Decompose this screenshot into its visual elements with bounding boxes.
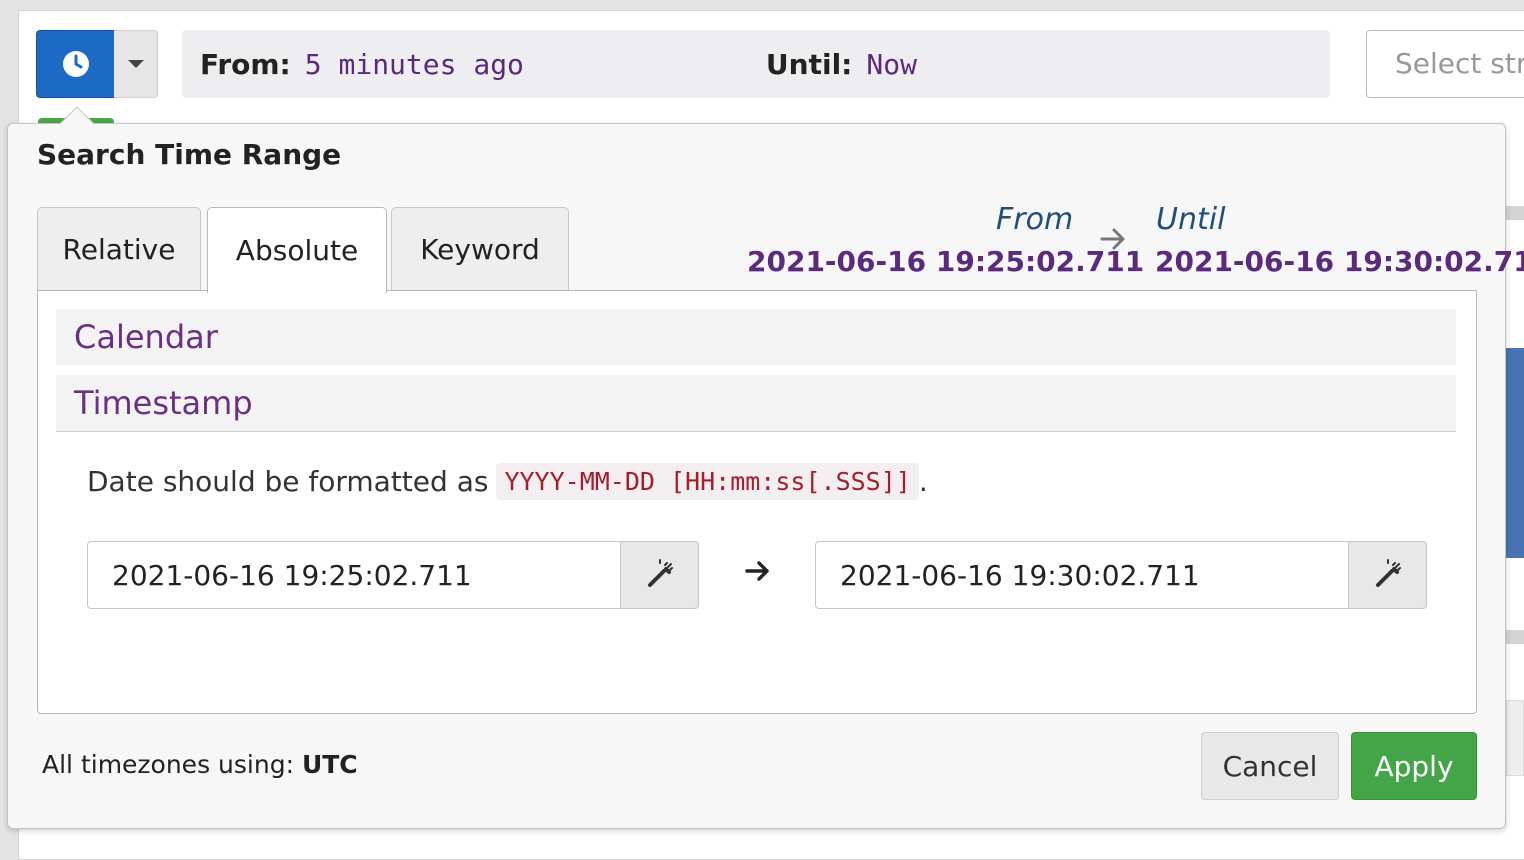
popover-arrow xyxy=(58,104,94,124)
from-label: From: xyxy=(200,47,291,81)
time-range-dropdown-toggle[interactable] xyxy=(114,30,158,98)
summary-from-label: From xyxy=(996,202,1074,237)
from-magic-button[interactable] xyxy=(621,541,699,609)
time-range-display[interactable]: From: 5 minutes ago Until: Now xyxy=(182,30,1330,98)
summary-until-date: 2021-06-16 19:30:02.711 xyxy=(1155,245,1524,278)
until-date-input[interactable] xyxy=(815,541,1349,609)
tab-absolute[interactable]: Absolute xyxy=(207,207,387,293)
popover-title: Search Time Range xyxy=(37,138,342,171)
timestamp-section-header[interactable]: Timestamp xyxy=(56,375,1456,431)
tab-keyword[interactable]: Keyword xyxy=(391,207,569,291)
arrow-right-icon xyxy=(1098,224,1128,262)
timezone-info: All timezones using: UTC xyxy=(42,750,358,779)
from-date-group xyxy=(87,541,699,609)
cancel-button[interactable]: Cancel xyxy=(1201,732,1339,800)
time-range-button[interactable] xyxy=(36,30,115,98)
background-fragment xyxy=(1506,700,1524,776)
summary-from-date: 2021-06-16 19:25:02.711 xyxy=(747,245,1145,278)
clock-icon xyxy=(62,51,89,77)
tab-relative[interactable]: Relative xyxy=(37,207,201,291)
background-fragment xyxy=(1506,206,1524,220)
search-time-range-popover: Search Time Range Relative Absolute Keyw… xyxy=(7,123,1524,829)
from-value: 5 minutes ago xyxy=(304,47,524,81)
from-date-input[interactable] xyxy=(87,541,621,609)
format-hint-text: Date should be formatted as xyxy=(87,465,489,498)
until-magic-button[interactable] xyxy=(1349,541,1427,609)
format-hint-suffix: . xyxy=(918,465,928,498)
until-date-group xyxy=(815,541,1427,609)
arrow-right-icon xyxy=(744,557,772,593)
section-divider xyxy=(56,431,1456,432)
background-fragment xyxy=(1506,630,1524,644)
timezone-label: All timezones using: xyxy=(42,750,294,779)
absolute-tab-panel: Calendar Timestamp Date should be format… xyxy=(37,290,1477,714)
magic-wand-icon xyxy=(647,559,673,587)
until-value: Now xyxy=(866,47,917,81)
calendar-section-header[interactable]: Calendar xyxy=(56,309,1456,365)
format-hint: Date should be formatted as YYYY-MM-DD [… xyxy=(87,463,928,500)
magic-wand-icon xyxy=(1375,559,1401,587)
apply-button[interactable]: Apply xyxy=(1351,732,1477,800)
summary-until-label: Until xyxy=(1156,202,1226,237)
until-label: Until: xyxy=(765,47,853,81)
caret-down-icon xyxy=(127,60,144,68)
format-code: YYYY-MM-DD [HH:mm:ss[.SSS]] xyxy=(496,463,919,500)
background-fragment xyxy=(1506,348,1524,558)
stream-select[interactable]: Select stre xyxy=(1366,30,1524,98)
timezone-value: UTC xyxy=(301,750,358,779)
